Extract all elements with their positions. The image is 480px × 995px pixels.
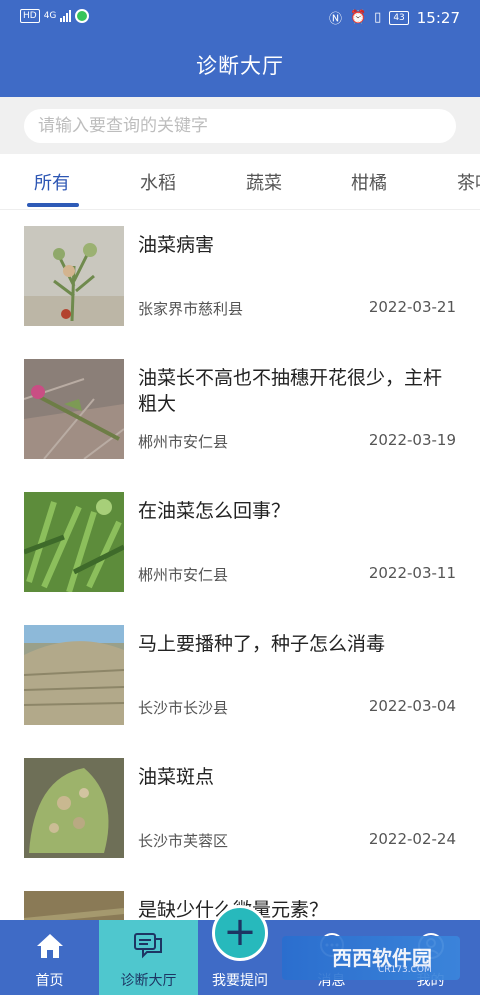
wechat-notification-icon xyxy=(75,9,90,23)
list-item[interactable]: 在油菜怎么回事？ 郴州市安仁县 2022-03-11 xyxy=(0,476,480,609)
status-left: HD 4G xyxy=(20,9,90,23)
list-item[interactable]: 马上要播种了，种子怎么消毒 长沙市长沙县 2022-03-04 xyxy=(0,609,480,742)
ask-question-button[interactable]: + xyxy=(212,905,268,961)
category-tabs: 所有 水稻 蔬菜 柑橘 茶叶 xyxy=(0,154,480,210)
network-type: 4G xyxy=(43,11,57,21)
page-title: 诊断大厅 xyxy=(196,54,284,78)
post-location: 长沙市长沙县 xyxy=(138,699,229,717)
watermark-subtext: CR173.COM xyxy=(378,965,432,975)
alarm-icon: ⏰ xyxy=(349,10,367,25)
vibrate-icon: ▯ xyxy=(374,10,382,25)
nav-hall-label: 诊断大厅 xyxy=(120,973,177,989)
post-list: 油菜病害 张家界市慈利县 2022-03-21 油菜长不高也不抽穗开花很少，主杆… xyxy=(0,210,480,920)
post-title: 油菜病害 xyxy=(138,234,215,256)
post-date: 2022-03-21 xyxy=(368,298,456,316)
tab-tea[interactable]: 茶叶 xyxy=(457,169,480,195)
post-thumbnail xyxy=(24,359,124,459)
post-thumbnail xyxy=(24,758,124,858)
site-watermark: 西西软件园 CR173.COM xyxy=(282,936,460,980)
list-item[interactable]: 油菜斑点 长沙市芙蓉区 2022-02-24 xyxy=(0,742,480,875)
active-tab-indicator xyxy=(27,203,79,207)
post-date: 2022-02-24 xyxy=(368,830,456,848)
nav-ask-label: 我要提问 xyxy=(212,973,268,989)
nav-home[interactable]: 首页 xyxy=(0,920,99,995)
search-bar xyxy=(0,97,480,154)
signal-icon xyxy=(60,10,72,22)
tab-vegetables[interactable]: 蔬菜 xyxy=(246,169,282,195)
post-title: 油菜长不高也不抽穗开花很少，主杆粗大 xyxy=(138,367,443,415)
post-title: 是缺少什么微量元素？ xyxy=(138,897,460,920)
nav-diagnosis-hall[interactable]: 诊断大厅 xyxy=(99,920,198,995)
list-item[interactable]: 油菜长不高也不抽穗开花很少，主杆粗大 郴州市安仁县 2022-03-19 xyxy=(0,343,480,476)
post-location: 郴州市安仁县 xyxy=(138,566,229,584)
home-icon xyxy=(36,934,63,958)
tab-rice[interactable]: 水稻 xyxy=(140,169,176,195)
post-title: 油菜斑点 xyxy=(138,766,215,788)
status-bar: HD 4G Ⓝ ⏰ ▯ 43 15:27 xyxy=(0,0,480,34)
post-date: 2022-03-19 xyxy=(368,431,456,449)
post-thumbnail xyxy=(24,492,124,592)
tab-citrus[interactable]: 柑橘 xyxy=(351,169,387,195)
post-title: 在油菜怎么回事？ xyxy=(138,500,291,522)
battery-icon: 43 xyxy=(389,10,409,25)
status-right: Ⓝ ⏰ ▯ 43 15:27 xyxy=(328,8,460,28)
post-location: 郴州市安仁县 xyxy=(138,433,229,451)
post-location: 张家界市慈利县 xyxy=(138,300,244,318)
tab-all[interactable]: 所有 xyxy=(34,169,70,195)
list-item[interactable]: 油菜病害 张家界市慈利县 2022-03-21 xyxy=(0,210,480,343)
hd-badge: HD xyxy=(20,9,40,23)
post-title: 马上要播种了，种子怎么消毒 xyxy=(138,633,386,655)
post-thumbnail xyxy=(24,891,124,920)
app-header: HD 4G Ⓝ ⏰ ▯ 43 15:27 诊断大厅 xyxy=(0,0,480,97)
plus-icon: + xyxy=(223,909,257,955)
nav-home-label: 首页 xyxy=(35,973,64,989)
clock: 15:27 xyxy=(416,8,460,27)
post-date: 2022-03-04 xyxy=(368,697,456,715)
post-thumbnail xyxy=(24,625,124,725)
chat-icon xyxy=(133,933,162,959)
post-location: 长沙市芙蓉区 xyxy=(138,832,229,850)
post-date: 2022-03-11 xyxy=(368,564,456,582)
search-input[interactable] xyxy=(24,109,456,143)
post-thumbnail xyxy=(24,226,124,326)
nfc-icon: Ⓝ xyxy=(328,12,342,27)
